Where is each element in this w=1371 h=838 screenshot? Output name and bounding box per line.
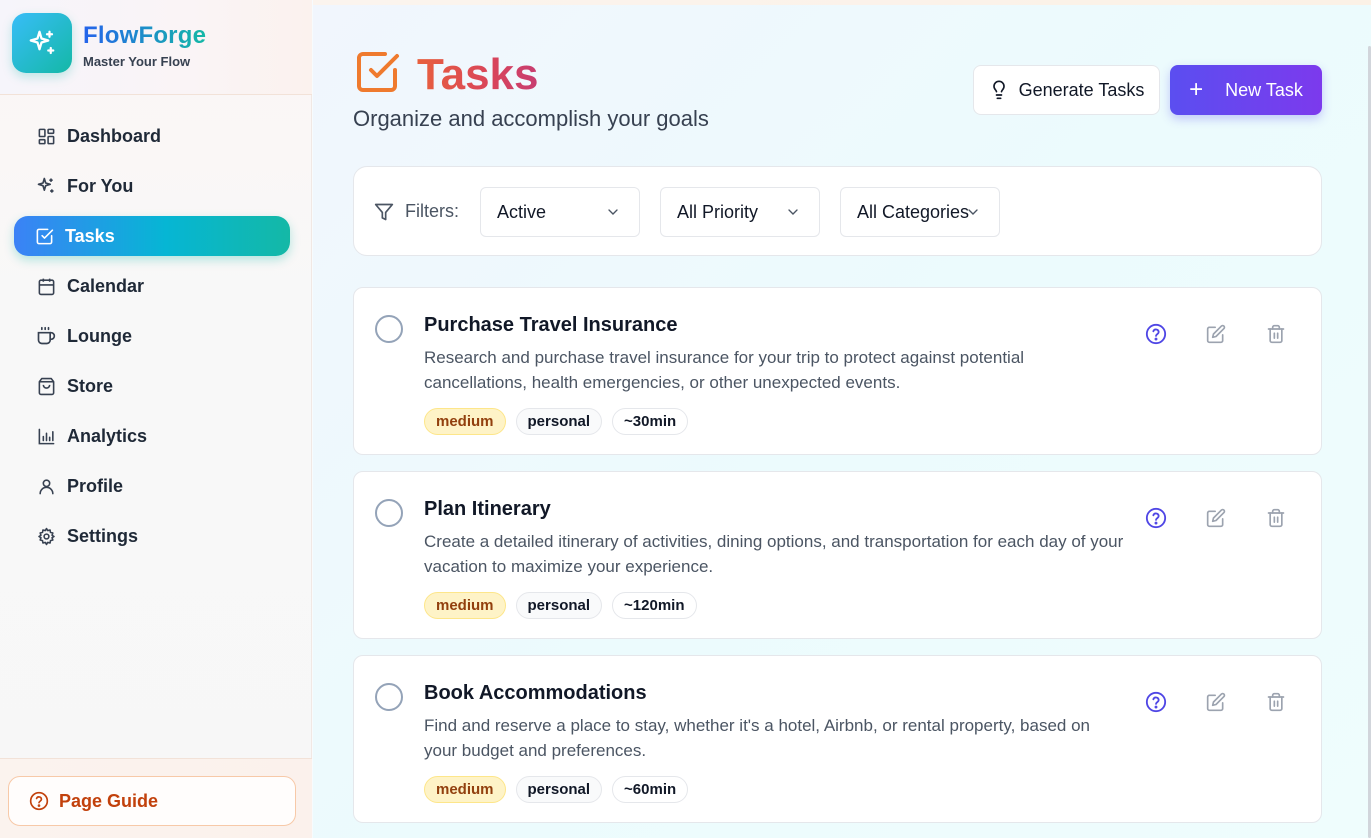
task-tags: medium personal ~120min — [424, 592, 707, 619]
priority-badge: medium — [424, 592, 506, 619]
help-circle-icon[interactable] — [1144, 690, 1168, 714]
plus-icon: + — [1189, 76, 1204, 103]
help-circle-icon[interactable] — [1144, 322, 1168, 346]
edit-icon[interactable] — [1204, 506, 1228, 530]
status-filter-value: Active — [497, 201, 547, 222]
sidebar-item-label: Calendar — [67, 275, 145, 296]
new-task-button[interactable]: + New Task — [1170, 65, 1322, 115]
chevron-down-icon — [965, 204, 981, 220]
sidebar-item-profile[interactable]: Profile — [14, 466, 290, 506]
task-card[interactable]: Plan Itinerary Create a detailed itinera… — [353, 471, 1322, 639]
sidebar-item-analytics[interactable]: Analytics — [14, 416, 290, 456]
sidebar-item-lounge[interactable]: Lounge — [14, 316, 290, 356]
new-task-label: New Task — [1225, 79, 1303, 100]
filters-label: Filters: — [374, 201, 459, 222]
generate-tasks-button[interactable]: Generate Tasks — [973, 65, 1160, 115]
main-content: Tasks Organize and accomplish your goals… — [313, 0, 1371, 838]
task-actions — [1144, 690, 1324, 714]
task-complete-checkbox[interactable] — [375, 315, 403, 343]
help-circle-icon[interactable] — [1144, 506, 1168, 530]
duration-badge: ~120min — [612, 592, 697, 619]
task-actions — [1144, 506, 1324, 530]
priority-filter-select[interactable]: All Priority — [660, 187, 820, 237]
category-filter-value: All Categories — [857, 201, 970, 222]
task-title: Plan Itinerary — [424, 498, 551, 520]
bar-chart-icon — [36, 426, 56, 446]
trash-icon[interactable] — [1264, 322, 1288, 346]
generate-tasks-label: Generate Tasks — [1018, 79, 1145, 100]
task-tags: medium personal ~60min — [424, 776, 698, 803]
help-circle-icon — [29, 791, 49, 811]
sidebar-item-dashboard[interactable]: Dashboard — [14, 116, 290, 156]
chevron-down-icon — [785, 204, 801, 220]
checkbox-icon — [353, 48, 401, 101]
task-actions — [1144, 322, 1324, 346]
sparkle-icon — [36, 176, 56, 196]
top-divider — [313, 0, 1371, 5]
task-description: Research and purchase travel insurance f… — [424, 348, 1025, 392]
task-title: Book Accommodations — [424, 682, 647, 704]
brand-name: FlowForge — [83, 22, 207, 49]
category-badge: personal — [515, 776, 603, 803]
priority-filter-value: All Priority — [677, 201, 759, 222]
sidebar-item-settings[interactable]: Settings — [14, 516, 290, 556]
sidebar-item-label: Dashboard — [67, 125, 162, 146]
sidebar-item-label: Lounge — [67, 325, 132, 346]
sidebar-item-store[interactable]: Store — [14, 366, 290, 406]
sidebar-item-label: For You — [67, 175, 134, 196]
grid-icon — [36, 126, 56, 146]
page-guide-button[interactable]: Page Guide — [8, 776, 296, 826]
duration-badge: ~30min — [612, 408, 689, 435]
category-badge: personal — [515, 592, 603, 619]
duration-badge: ~60min — [612, 776, 689, 803]
priority-badge: medium — [424, 408, 506, 435]
sidebar-item-calendar[interactable]: Calendar — [14, 266, 290, 306]
task-title: Purchase Travel Insurance — [424, 314, 678, 336]
edit-icon[interactable] — [1204, 322, 1228, 346]
brand-header: FlowForge Master Your Flow — [0, 0, 312, 95]
user-icon — [36, 476, 56, 496]
gear-icon — [36, 526, 56, 546]
sidebar-item-label: Store — [67, 375, 114, 396]
task-description: Create a detailed itinerary of activitie… — [424, 532, 1124, 576]
sidebar-item-tasks[interactable]: Tasks — [14, 216, 290, 256]
page-subtitle: Organize and accomplish your goals — [353, 106, 709, 131]
sidebar-item-label: Analytics — [67, 425, 148, 446]
sidebar-item-label: Profile — [67, 475, 124, 496]
edit-icon[interactable] — [1204, 690, 1228, 714]
sparkles-logo-icon[interactable] — [12, 13, 72, 73]
task-card[interactable]: Purchase Travel Insurance Research and p… — [353, 287, 1322, 455]
checkbox-icon — [34, 226, 54, 246]
category-badge: personal — [515, 408, 603, 435]
task-card[interactable]: Book Accommodations Find and reserve a p… — [353, 655, 1322, 823]
chevron-down-icon — [605, 204, 621, 220]
sidebar-item-label: Settings — [67, 525, 139, 546]
task-complete-checkbox[interactable] — [375, 499, 403, 527]
sidebar: FlowForge Master Your Flow Dashboard For… — [0, 0, 312, 838]
filters-bar: Filters: Active All Priority All Categor… — [353, 166, 1322, 256]
sidebar-item-label: Tasks — [65, 225, 115, 246]
sidebar-item-for-you[interactable]: For You — [14, 166, 290, 206]
priority-badge: medium — [424, 776, 506, 803]
brand-tagline: Master Your Flow — [83, 54, 191, 69]
task-tags: medium personal ~30min — [424, 408, 698, 435]
status-filter-select[interactable]: Active — [480, 187, 640, 237]
shopping-bag-icon — [36, 376, 56, 396]
category-filter-select[interactable]: All Categories — [840, 187, 1000, 237]
lightbulb-icon — [989, 80, 1009, 100]
sidebar-nav: Dashboard For You Tasks Calendar Lounge — [14, 116, 290, 566]
coffee-icon — [36, 326, 56, 346]
calendar-icon — [36, 276, 56, 296]
sidebar-footer: Page Guide — [0, 758, 312, 838]
task-description: Find and reserve a place to stay, whethe… — [424, 716, 1090, 760]
task-complete-checkbox[interactable] — [375, 683, 403, 711]
filters-label-text: Filters: — [405, 201, 459, 221]
page-guide-label: Page Guide — [59, 790, 159, 811]
page-title: Tasks — [417, 50, 539, 99]
trash-icon[interactable] — [1264, 690, 1288, 714]
trash-icon[interactable] — [1264, 506, 1288, 530]
filter-icon — [374, 202, 394, 222]
